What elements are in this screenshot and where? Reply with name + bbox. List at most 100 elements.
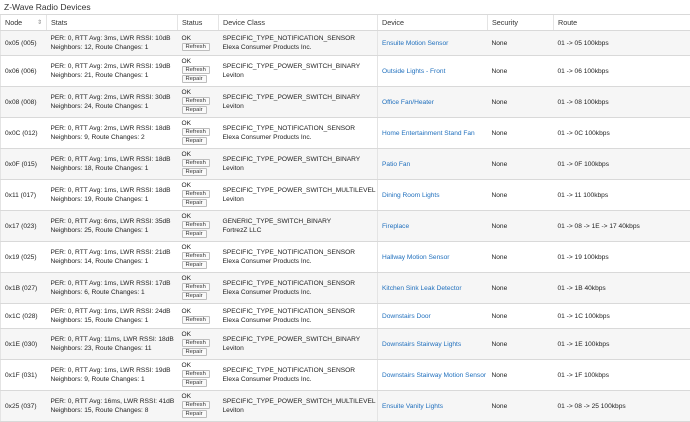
- route-cell: 01 -> 05 100kbps: [554, 31, 690, 56]
- refresh-button[interactable]: Refresh: [182, 339, 210, 347]
- stats-line-2: Neighbors: 19, Route Changes: 1: [51, 195, 174, 204]
- refresh-button[interactable]: Refresh: [182, 97, 210, 105]
- node-id: 0x17 (023): [1, 211, 47, 242]
- security-text: None: [492, 285, 508, 292]
- security-cell: None: [488, 31, 554, 56]
- device-manufacturer: FortrezZ LLC: [223, 226, 374, 235]
- device-cell: Outside Lights - Front: [378, 56, 488, 87]
- stats-line-1: PER: 0, RTT Avg: 1ms, LWR RSSI: 17dB: [51, 279, 174, 288]
- stats-line-1: PER: 0, RTT Avg: 1ms, LWR RSSI: 18dB: [51, 186, 174, 195]
- stats-line-2: Neighbors: 15, Route Changes: 1: [51, 316, 174, 325]
- route-text: 01 -> 0F 100kbps: [558, 161, 610, 168]
- node-id: 0x1B (027): [1, 273, 47, 304]
- security-text: None: [492, 341, 508, 348]
- refresh-button[interactable]: Refresh: [182, 370, 210, 378]
- device-link[interactable]: Hallway Motion Sensor: [382, 254, 449, 261]
- column-header-stats[interactable]: Stats: [47, 15, 178, 31]
- sort-icon[interactable]: ⇕: [37, 20, 42, 26]
- repair-button[interactable]: Repair: [182, 379, 207, 387]
- repair-button[interactable]: Repair: [182, 168, 207, 176]
- column-header-label: Status: [182, 18, 202, 27]
- refresh-button[interactable]: Refresh: [182, 252, 210, 260]
- refresh-button[interactable]: Refresh: [182, 401, 210, 409]
- refresh-button[interactable]: Refresh: [182, 190, 210, 198]
- security-cell: None: [488, 329, 554, 360]
- column-header-label: Route: [558, 18, 577, 27]
- device-cell: Downstairs Door: [378, 304, 488, 329]
- refresh-button[interactable]: Refresh: [182, 283, 210, 291]
- stats-cell: PER: 0, RTT Avg: 1ms, LWR RSSI: 17dB Nei…: [47, 273, 178, 304]
- security-cell: None: [488, 149, 554, 180]
- node-id-text: 0x17 (023): [5, 223, 37, 230]
- device-link[interactable]: Kitchen Sink Leak Detector: [382, 285, 462, 292]
- column-header-device[interactable]: Device: [378, 15, 488, 31]
- device-manufacturer: Elexa Consumer Products Inc.: [223, 375, 374, 384]
- device-link[interactable]: Outside Lights - Front: [382, 68, 445, 75]
- stats-line-2: Neighbors: 14, Route Changes: 1: [51, 257, 174, 266]
- repair-button[interactable]: Repair: [182, 137, 207, 145]
- repair-button[interactable]: Repair: [182, 230, 207, 238]
- repair-button[interactable]: Repair: [182, 348, 207, 356]
- column-header-node[interactable]: Node ⇕: [1, 15, 47, 31]
- route-text: 01 -> 1B 40kbps: [558, 285, 606, 292]
- column-header-device-class[interactable]: Device Class: [219, 15, 378, 31]
- repair-button[interactable]: Repair: [182, 75, 207, 83]
- route-text: 01 -> 08 -> 1E -> 17 40kbps: [558, 223, 640, 230]
- device-link[interactable]: Ensuite Vanity Lights: [382, 403, 443, 410]
- refresh-button[interactable]: Refresh: [182, 66, 210, 74]
- device-link[interactable]: Downstairs Stairway Motion Sensor: [382, 372, 486, 379]
- table-row: 0x0F (015) PER: 0, RTT Avg: 1ms, LWR RSS…: [1, 149, 690, 180]
- stats-line-2: Neighbors: 21, Route Changes: 1: [51, 71, 174, 80]
- column-header-label: Stats: [51, 18, 67, 27]
- stats-cell: PER: 0, RTT Avg: 1ms, LWR RSSI: 18dB Nei…: [47, 180, 178, 211]
- route-text: 01 -> 19 100kbps: [558, 254, 609, 261]
- security-cell: None: [488, 360, 554, 391]
- column-header-label: Node: [5, 18, 22, 27]
- table-row: 0x1C (028) PER: 0, RTT Avg: 1ms, LWR RSS…: [1, 304, 690, 329]
- node-id: 0x25 (037): [1, 391, 47, 422]
- route-cell: 01 -> 11 100kbps: [554, 180, 690, 211]
- node-id: 0x06 (006): [1, 56, 47, 87]
- device-link[interactable]: Downstairs Stairway Lights: [382, 341, 461, 348]
- device-link[interactable]: Dining Room Lights: [382, 192, 440, 199]
- column-header-route[interactable]: Route: [554, 15, 690, 31]
- device-class-type: SPECIFIC_TYPE_NOTIFICATION_SENSOR: [223, 279, 374, 288]
- refresh-button[interactable]: Refresh: [182, 43, 210, 51]
- repair-button[interactable]: Repair: [182, 106, 207, 114]
- refresh-button[interactable]: Refresh: [182, 128, 210, 136]
- stats-cell: PER: 0, RTT Avg: 16ms, LWR RSSI: 41dB Ne…: [47, 391, 178, 422]
- table-row: 0x08 (008) PER: 0, RTT Avg: 2ms, LWR RSS…: [1, 87, 690, 118]
- page-title: Z-Wave Radio Devices: [0, 0, 690, 13]
- node-id-text: 0x0F (015): [5, 161, 37, 168]
- repair-button[interactable]: Repair: [182, 261, 207, 269]
- stats-line-2: Neighbors: 6, Route Changes: 1: [51, 288, 174, 297]
- device-link[interactable]: Ensuite Motion Sensor: [382, 40, 448, 47]
- status-text: OK: [182, 182, 215, 190]
- refresh-button[interactable]: Refresh: [182, 221, 210, 229]
- device-class-type: SPECIFIC_TYPE_NOTIFICATION_SENSOR: [223, 307, 374, 316]
- device-class-type: SPECIFIC_TYPE_NOTIFICATION_SENSOR: [223, 124, 374, 133]
- repair-button[interactable]: Repair: [182, 410, 207, 418]
- device-link[interactable]: Office Fan/Heater: [382, 99, 434, 106]
- route-text: 01 -> 06 100kbps: [558, 68, 609, 75]
- device-manufacturer: Elexa Consumer Products Inc.: [223, 43, 374, 52]
- device-link[interactable]: Home Entertainment Stand Fan: [382, 130, 475, 137]
- security-cell: None: [488, 118, 554, 149]
- table-row: 0x05 (005) PER: 0, RTT Avg: 3ms, LWR RSS…: [1, 31, 690, 56]
- stats-line-1: PER: 0, RTT Avg: 11ms, LWR RSSI: 18dB: [51, 335, 174, 344]
- node-id: 0x1C (028): [1, 304, 47, 329]
- status-cell: OK Refresh Repair: [178, 149, 219, 180]
- column-header-status[interactable]: Status: [178, 15, 219, 31]
- repair-button[interactable]: Repair: [182, 199, 207, 207]
- refresh-button[interactable]: Refresh: [182, 159, 210, 167]
- device-link[interactable]: Fireplace: [382, 223, 409, 230]
- refresh-button[interactable]: Refresh: [182, 316, 210, 324]
- node-id-text: 0x1B (027): [5, 285, 37, 292]
- device-link[interactable]: Patio Fan: [382, 161, 410, 168]
- security-text: None: [492, 403, 508, 410]
- column-header-security[interactable]: Security: [488, 15, 554, 31]
- security-cell: None: [488, 242, 554, 273]
- device-link[interactable]: Downstairs Door: [382, 313, 431, 320]
- repair-button[interactable]: Repair: [182, 292, 207, 300]
- stats-line-1: PER: 0, RTT Avg: 1ms, LWR RSSI: 24dB: [51, 307, 174, 316]
